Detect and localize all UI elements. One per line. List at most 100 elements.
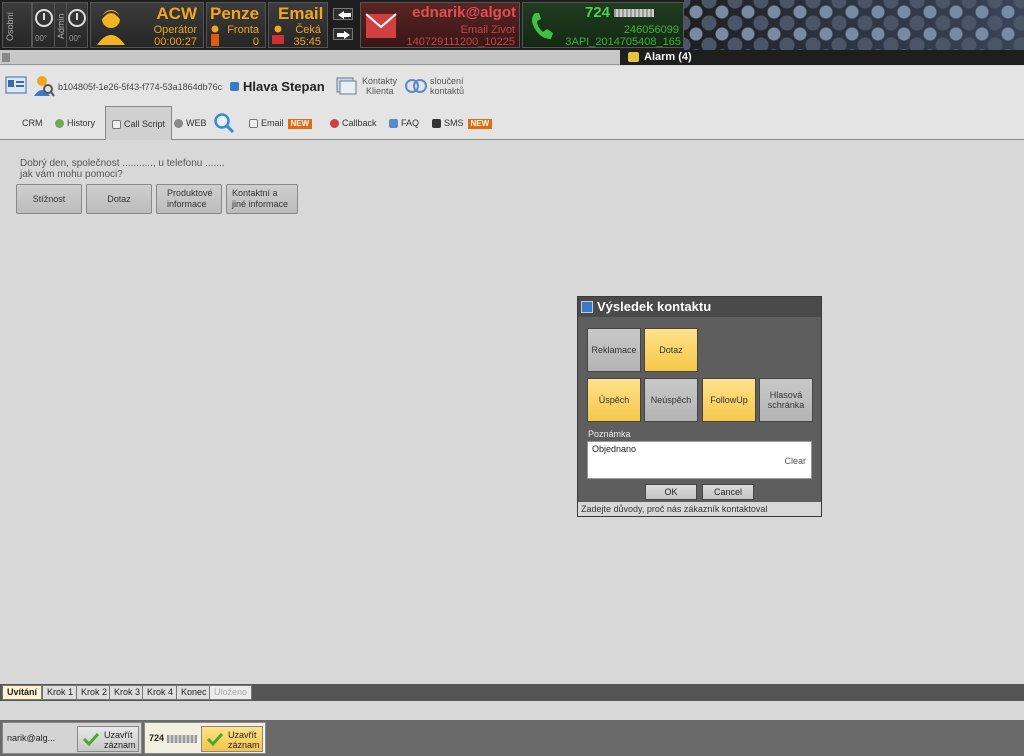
email-label: Čeká	[295, 24, 321, 36]
clear-button[interactable]: Clear	[784, 456, 806, 466]
session-task-email-label: narik@alg...	[7, 733, 56, 743]
script-step-tabs: Uvítání Krok 1 Krok 2 Krok 3 Krok 4 Kone…	[0, 684, 1024, 701]
tab-sms-label: SMS	[444, 118, 464, 128]
result-button-neuspech[interactable]: Neúspěch	[644, 378, 698, 422]
phone-session-number: 724	[585, 4, 655, 21]
dialog-app-icon	[581, 301, 593, 313]
callback-icon	[330, 119, 339, 129]
cancel-button[interactable]: Cancel	[702, 484, 754, 500]
tab-web[interactable]: WEB	[174, 106, 207, 140]
acw-title: ACW	[156, 4, 197, 23]
result-button-reklamace[interactable]: Reklamace	[587, 328, 641, 372]
timer-admin: 00°	[66, 2, 88, 48]
session-task-phone-label: 724	[149, 733, 197, 743]
penze-count: 0	[252, 36, 259, 48]
checkmark-icon	[82, 732, 100, 747]
note-value: Objednano	[592, 444, 637, 454]
new-badge: NEW	[467, 118, 493, 129]
email-person-icon	[272, 25, 284, 44]
tab-faq[interactable]: FAQ	[389, 106, 419, 140]
script-button-kontaktni[interactable]: Kontaktní a jiné informace	[226, 184, 298, 214]
phone-session-tile[interactable]: 724 246056099 3API_2014705408_165	[522, 2, 684, 48]
script-button-dotaz[interactable]: Dotaz	[86, 184, 152, 214]
operator-headset-icon	[97, 10, 125, 45]
close-record-label: Uzavřít záznam	[228, 730, 260, 750]
tab-email[interactable]: Email NEW	[249, 106, 313, 140]
tab-callback[interactable]: Callback	[330, 106, 377, 140]
queue-email-tile[interactable]: Email Čeká 35:45	[268, 2, 328, 48]
envelope-icon	[249, 119, 258, 129]
phone-icon	[532, 13, 553, 39]
queue-penze-tile[interactable]: Penze Fronta 0	[206, 2, 266, 48]
script-icon	[112, 120, 121, 130]
step-konec[interactable]: Konec	[176, 685, 212, 700]
contact-header: b104805f-1e26-5f43-f774-53a1864db76c Hla…	[0, 66, 1024, 106]
history-icon	[55, 119, 64, 129]
tab-callscript[interactable]: Call Script	[105, 106, 173, 140]
new-badge: NEW	[287, 118, 313, 129]
close-label-line: Uzavřít	[104, 730, 133, 740]
dialog-title: Výsledek kontaktu	[597, 299, 712, 314]
pin-icon[interactable]	[2, 53, 10, 62]
note-input[interactable]: Objednano Clear	[587, 441, 812, 479]
email-session-id: 140729111200_10225	[406, 36, 516, 48]
note-label: Poznámka	[588, 429, 631, 439]
dialog-status-hint: Zadejte důvody, proč nás zákazník kontak…	[578, 502, 821, 516]
result-button-followup[interactable]: FollowUp	[702, 378, 756, 422]
tab-sms[interactable]: SMS NEW	[432, 106, 493, 140]
merge-icon[interactable]	[404, 78, 428, 94]
email-session-subject: Email Zivot	[460, 24, 515, 36]
status-osobni-tile[interactable]: Osobní	[2, 2, 32, 48]
step-krok-4[interactable]: Krok 4	[142, 685, 179, 700]
prev-session-button[interactable]	[333, 8, 353, 20]
session-task-email[interactable]: narik@alg... Uzavřít záznam	[2, 722, 142, 754]
next-session-button[interactable]	[333, 28, 353, 40]
close-record-button[interactable]: Uzavřít záznam	[77, 726, 139, 752]
step-krok-2[interactable]: Krok 2	[76, 685, 113, 700]
alarm-indicator[interactable]: Alarm (4)	[628, 50, 692, 65]
link-line: Klienta	[366, 86, 394, 96]
result-button-uspech[interactable]: Úspěch	[587, 378, 641, 422]
search-icon[interactable]	[213, 112, 235, 134]
dialog-title-bar[interactable]: Výsledek kontaktu	[578, 297, 821, 317]
phone-session-number2: 246056099	[623, 24, 679, 36]
toolbar-strip	[0, 50, 620, 65]
timer-admin-value: 00°	[69, 34, 82, 43]
merge-contacts-link[interactable]: sloučení kontaktů	[430, 76, 464, 96]
session-taskbar: narik@alg... Uzavřít záznam 724 Uzavřít zá…	[0, 720, 1024, 756]
greeting-line: jak vám mohu pomoci?	[20, 169, 123, 180]
status-osobni-label: Osobní	[5, 11, 15, 41]
email-time: 35:45	[293, 36, 321, 48]
contact-card-icon[interactable]	[5, 76, 27, 94]
step-krok-1[interactable]: Krok 1	[42, 685, 79, 700]
close-label-line: Uzavřít	[228, 730, 257, 740]
close-label-line: záznam	[228, 740, 260, 750]
acw-role: Operátor	[153, 24, 197, 36]
tab-crm[interactable]: CRM	[22, 106, 43, 140]
contacts-icon[interactable]	[335, 76, 357, 96]
globe-icon	[174, 119, 183, 129]
session-task-phone[interactable]: 724 Uzavřít záznam	[144, 722, 266, 754]
ok-button[interactable]: OK	[645, 484, 697, 500]
tab-callscript-label: Call Script	[124, 119, 166, 129]
script-button-stiznost[interactable]: Stížnost	[16, 184, 82, 214]
search-person-icon[interactable]	[33, 74, 55, 98]
tab-history[interactable]: History	[55, 106, 95, 140]
result-button-hlasova-schranka[interactable]: Hlasová schránka	[759, 378, 813, 422]
result-button-dotaz[interactable]: Dotaz	[644, 328, 698, 372]
checkmark-icon	[206, 732, 224, 747]
contacts-client-link[interactable]: Kontakty Klienta	[362, 76, 397, 96]
script-button-produktove[interactable]: Produktové informace	[156, 184, 222, 214]
tab-web-label: WEB	[186, 118, 207, 128]
step-krok-3[interactable]: Krok 3	[109, 685, 146, 700]
lock-icon	[628, 52, 639, 62]
step-uvitani[interactable]: Uvítání	[2, 685, 43, 700]
close-record-button[interactable]: Uzavřít záznam	[201, 726, 263, 752]
step-ulozeno: Uloženo	[209, 685, 253, 700]
phone-session-id: 3API_2014705408_165	[565, 36, 681, 48]
email-session-tile[interactable]: ednarik@algot Email Zivot 140729111200_1…	[360, 2, 520, 48]
close-label-line: záznam	[104, 740, 136, 750]
expand-icon[interactable]	[230, 82, 239, 91]
tab-history-label: History	[67, 118, 96, 128]
acw-tile[interactable]: ACW Operátor 00:00:27	[90, 2, 204, 48]
